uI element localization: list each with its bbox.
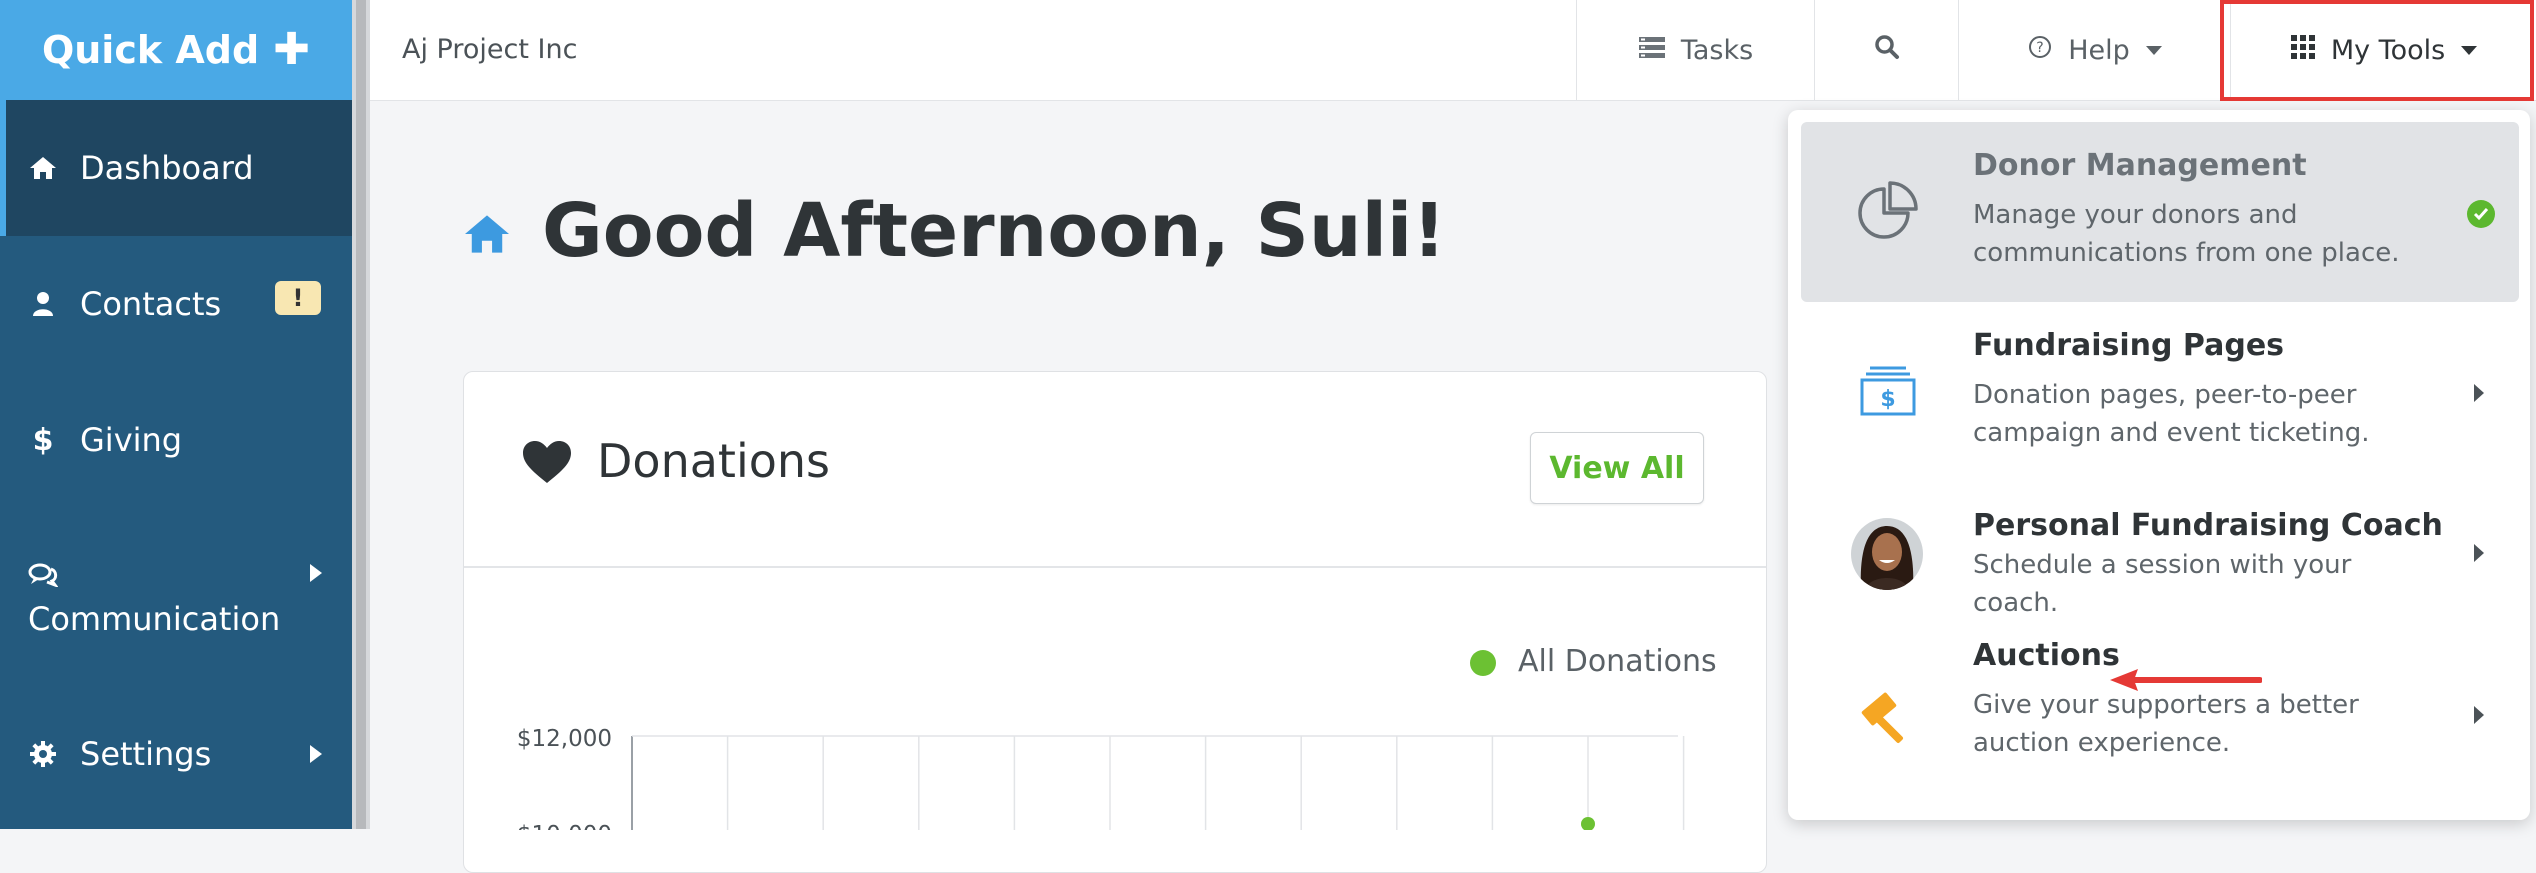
svg-text:?: ? bbox=[2037, 40, 2044, 56]
highlight-box bbox=[2220, 0, 2534, 101]
search-icon bbox=[1874, 34, 1900, 67]
question-circle-icon: ? bbox=[2028, 35, 2052, 66]
menu-item-fundraising-pages[interactable]: $ Fundraising Pages Donation pages, peer… bbox=[1801, 302, 2519, 482]
menu-item-description: Give your supporters a better auction ex… bbox=[1973, 690, 2359, 758]
gavel-icon bbox=[1849, 678, 1925, 754]
coach-avatar bbox=[1849, 516, 1925, 592]
search-button[interactable] bbox=[1814, 0, 1959, 100]
sidebar-item-contacts[interactable]: Contacts ! bbox=[0, 236, 352, 372]
donations-card: Donations View All All Donations $12,000… bbox=[463, 371, 1767, 873]
menu-item-description: Schedule a session with your coach. bbox=[1973, 550, 2352, 618]
quick-add-button[interactable]: Quick Add ✚ bbox=[0, 0, 352, 100]
quick-add-label: Quick Add bbox=[41, 28, 260, 72]
my-tools-dropdown: Donor Management Manage your donors and … bbox=[1788, 110, 2530, 820]
sidebar: Quick Add ✚ Dashboard Contacts ! $ Givin… bbox=[0, 0, 352, 829]
sidebar-item-label: Communication bbox=[28, 600, 281, 638]
dollar-icon: $ bbox=[32, 422, 54, 458]
data-point[interactable] bbox=[1581, 817, 1595, 830]
menu-item-title: Donor Management bbox=[1973, 148, 2307, 183]
home-icon bbox=[28, 153, 58, 183]
chevron-right-icon bbox=[310, 564, 322, 582]
tasks-button[interactable]: Tasks bbox=[1576, 0, 1815, 100]
sidebar-item-label: Giving bbox=[80, 421, 183, 459]
page-title: Good Afternoon, Suli! bbox=[542, 188, 1447, 274]
home-icon bbox=[462, 212, 512, 260]
chevron-right-icon bbox=[310, 744, 322, 763]
chevron-down-icon bbox=[2145, 45, 2162, 55]
check-circle-icon bbox=[2467, 200, 2495, 228]
sidebar-item-label: Dashboard bbox=[80, 149, 254, 187]
menu-item-donor-management[interactable]: Donor Management Manage your donors and … bbox=[1801, 122, 2519, 302]
sidebar-item-dashboard[interactable]: Dashboard bbox=[0, 100, 352, 236]
help-label: Help bbox=[2068, 34, 2130, 66]
alert-badge: ! bbox=[275, 281, 321, 315]
sidebar-item-settings[interactable]: Settings bbox=[0, 678, 352, 829]
y-tick-label: $12,000 bbox=[517, 726, 612, 752]
scrollbar-thumb[interactable] bbox=[356, 0, 366, 829]
menu-item-title: Personal Fundraising Coach bbox=[1973, 508, 2443, 543]
sidebar-item-giving[interactable]: $ Giving bbox=[0, 372, 352, 508]
menu-item-title: Auctions bbox=[1973, 638, 2120, 673]
menu-item-auctions[interactable]: Auctions Give your supporters a better a… bbox=[1801, 622, 2519, 808]
chevron-right-icon bbox=[2474, 384, 2484, 402]
svg-text:$: $ bbox=[1880, 387, 1895, 412]
sidebar-item-label: Contacts bbox=[80, 285, 222, 323]
organization-name: Aj Project Inc bbox=[402, 34, 578, 65]
user-icon bbox=[28, 289, 58, 319]
tasks-icon bbox=[1638, 35, 1665, 66]
menu-item-title: Fundraising Pages bbox=[1973, 328, 2285, 363]
help-menu-button[interactable]: ? Help bbox=[1958, 0, 2231, 100]
money-pages-icon: $ bbox=[1849, 354, 1925, 430]
menu-item-fundraising-coach[interactable]: Personal Fundraising Coach Schedule a se… bbox=[1801, 482, 2519, 622]
menu-item-description: Donation pages, peer-to-peer campaign an… bbox=[1973, 380, 2370, 448]
chevron-right-icon bbox=[2474, 544, 2484, 562]
gear-icon bbox=[28, 739, 58, 769]
top-bar: Aj Project Inc Tasks ? Help My Tools bbox=[370, 0, 2536, 101]
donations-chart: $12,000$10,000 bbox=[517, 726, 1685, 830]
chart-grid bbox=[631, 735, 1685, 830]
comments-icon bbox=[28, 560, 58, 590]
plus-icon: ✚ bbox=[273, 24, 311, 75]
tasks-label: Tasks bbox=[1680, 34, 1754, 66]
chevron-right-icon bbox=[2474, 706, 2484, 724]
pie-chart-icon bbox=[1849, 174, 1925, 250]
menu-item-description: Manage your donors and communications fr… bbox=[1973, 200, 2400, 268]
annotation-arrow bbox=[2110, 668, 2263, 696]
sidebar-item-label: Settings bbox=[80, 734, 212, 773]
sidebar-item-communication[interactable]: Communication bbox=[0, 508, 352, 678]
